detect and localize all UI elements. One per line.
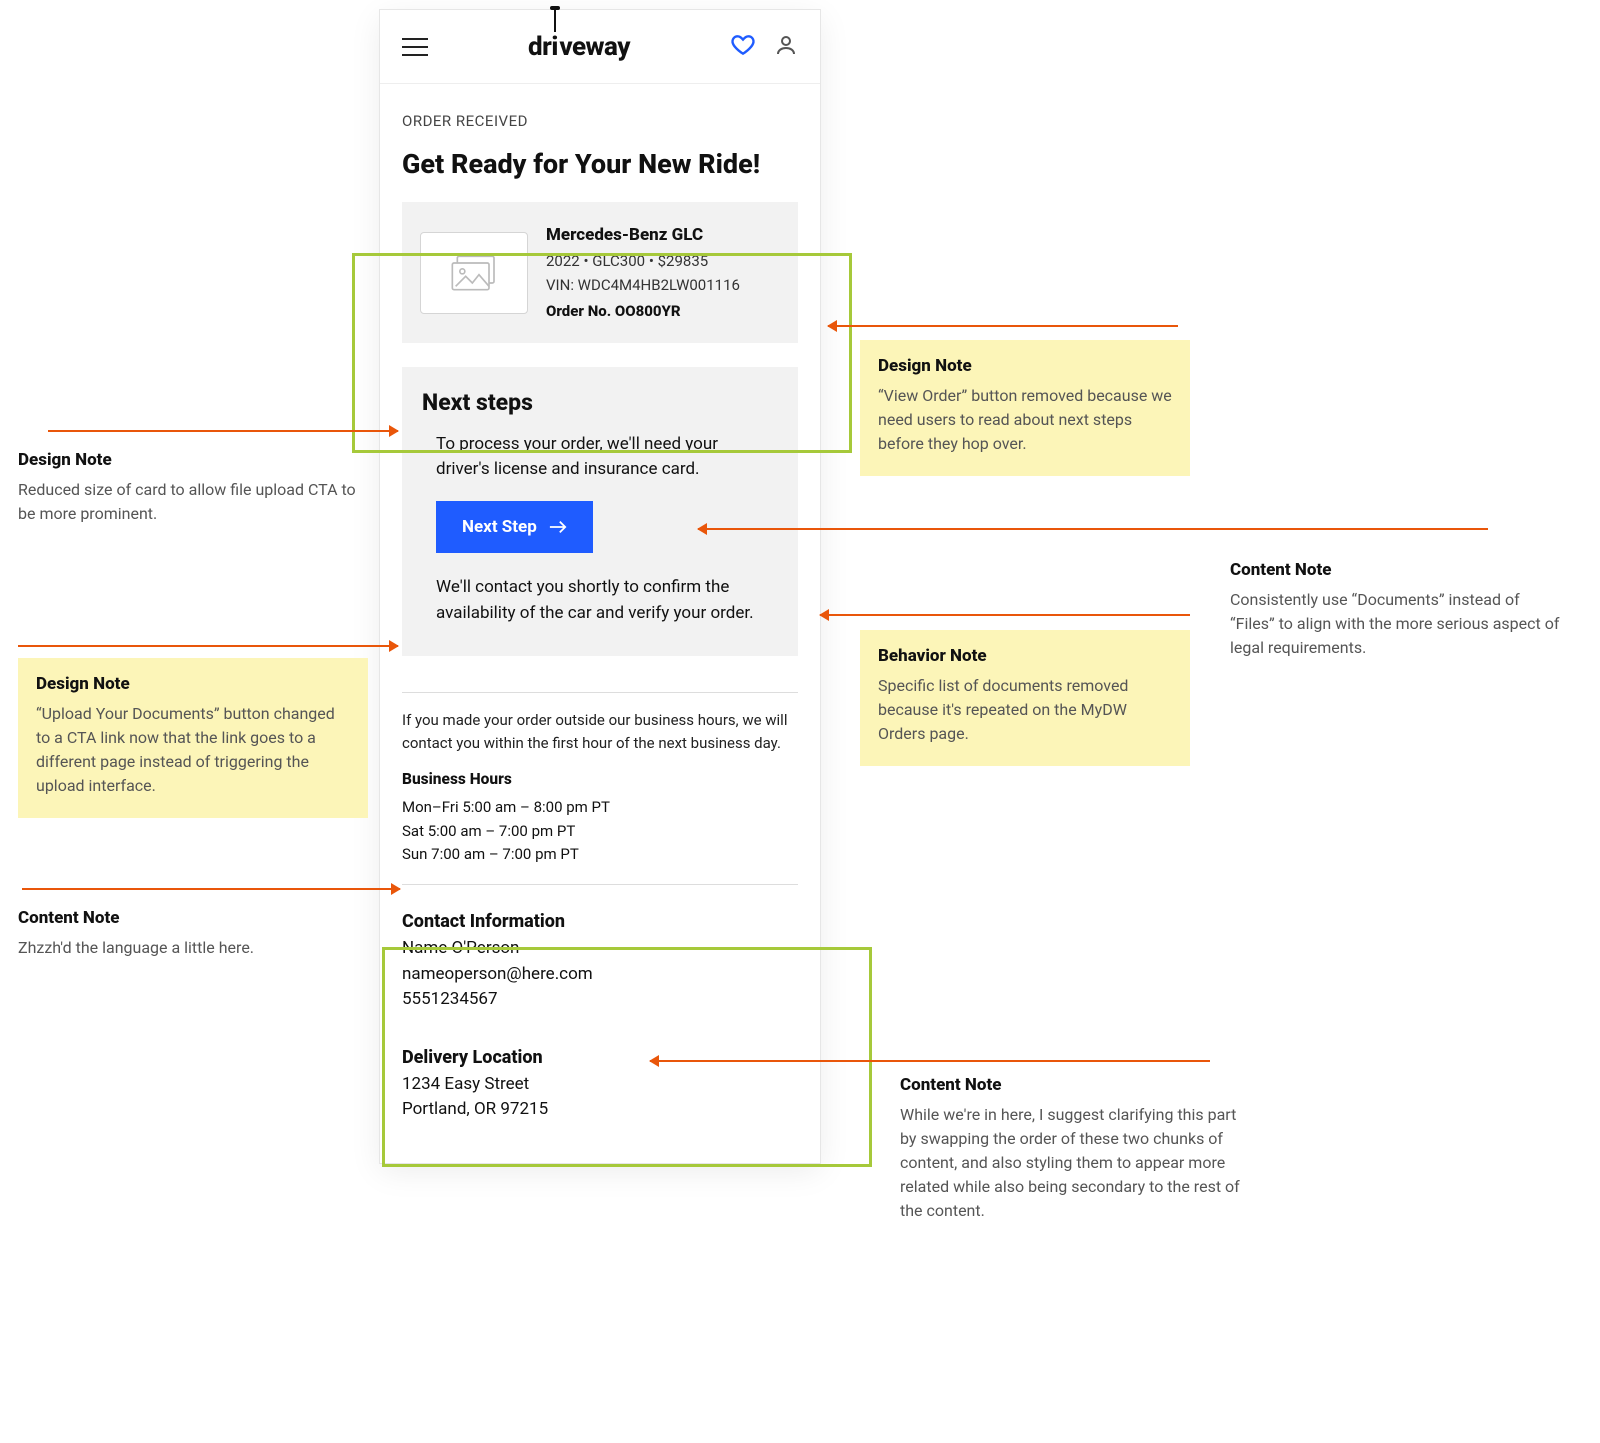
delivery-heading: Delivery Location xyxy=(402,1047,798,1068)
vehicle-order: Order No. OO800YR xyxy=(546,299,780,323)
annotation-title: Content Note xyxy=(18,908,358,928)
arrow-icon xyxy=(820,614,1190,616)
business-note: If you made your order outside our busin… xyxy=(402,709,798,754)
image-placeholder-icon xyxy=(420,232,528,314)
annotation-body: “View Order” button removed because we n… xyxy=(878,384,1172,456)
annotation-title: Content Note xyxy=(900,1075,1250,1095)
annotation: Design Note “Upload Your Documents” butt… xyxy=(18,658,368,818)
divider xyxy=(402,692,798,693)
delivery-line1: 1234 Easy Street xyxy=(402,1072,798,1098)
arrow-icon xyxy=(18,645,398,647)
annotation-title: Design Note xyxy=(878,356,1172,376)
delivery-line2: Portland, OR 97215 xyxy=(402,1097,798,1123)
annotation-body: “Upload Your Documents” button changed t… xyxy=(36,702,350,798)
annotation-body: Consistently use “Documents” instead of … xyxy=(1230,588,1560,660)
arrow-icon xyxy=(698,528,1488,530)
logo: driveway xyxy=(528,32,630,62)
contact-name: Name O'Person xyxy=(402,936,798,962)
annotation-body: While we're in here, I suggest clarifyin… xyxy=(900,1103,1250,1223)
vehicle-vin: VIN: WDC4M4HB2LW001116 xyxy=(546,273,780,297)
heart-icon[interactable] xyxy=(730,32,756,62)
next-followup: We'll contact you shortly to confirm the… xyxy=(422,575,778,630)
biz-line-3: Sun 7:00 am – 7:00 pm PT xyxy=(402,843,798,866)
vehicle-meta: 2022 • GLC300 • $29835 xyxy=(546,249,780,273)
annotation-title: Content Note xyxy=(1230,560,1560,580)
contact-phone: 5551234567 xyxy=(402,987,798,1013)
next-step-button[interactable]: Next Step xyxy=(436,501,593,553)
annotation-body: Specific list of documents removed becau… xyxy=(878,674,1172,746)
biz-line-2: Sat 5:00 am – 7:00 pm PT xyxy=(402,820,798,843)
annotation-title: Behavior Note xyxy=(878,646,1172,666)
annotation-title: Design Note xyxy=(36,674,350,694)
divider xyxy=(402,884,798,885)
next-step-label: Next Step xyxy=(462,517,537,537)
annotation: Content Note While we're in here, I sugg… xyxy=(900,1075,1250,1223)
annotation: Content Note Consistently use “Documents… xyxy=(1230,560,1560,660)
annotation-body: Reduced size of card to allow file uploa… xyxy=(18,478,358,526)
person-icon[interactable] xyxy=(774,33,798,61)
vehicle-name: Mercedes-Benz GLC xyxy=(546,222,780,249)
phone-body: ORDER RECEIVED Get Ready for Your New Ri… xyxy=(380,84,820,1163)
phone-mock: driveway ORDER RECEIVED Get Ready for Yo… xyxy=(380,10,820,1163)
annotation-body: Zhzzh'd the language a little here. xyxy=(18,936,358,960)
arrow-right-icon xyxy=(549,520,567,534)
next-steps-card: Next steps To process your order, we'll … xyxy=(402,367,798,656)
business-hours-heading: Business Hours xyxy=(402,770,798,788)
annotation: Content Note Zhzzh'd the language a litt… xyxy=(18,908,358,960)
hamburger-icon[interactable] xyxy=(402,38,428,56)
next-steps-heading: Next steps xyxy=(422,389,778,416)
arrow-icon xyxy=(48,430,398,432)
next-steps-intro: To process your order, we'll need your d… xyxy=(422,432,778,501)
annotation: Design Note “View Order” button removed … xyxy=(860,340,1190,476)
annotation: Design Note Reduced size of card to allo… xyxy=(18,450,358,526)
contact-heading: Contact Information xyxy=(402,911,798,932)
annotation-title: Design Note xyxy=(18,450,358,470)
annotation: Behavior Note Specific list of documents… xyxy=(860,630,1190,766)
biz-line-1: Mon–Fri 5:00 am – 8:00 pm PT xyxy=(402,796,798,819)
page-title: Get Ready for Your New Ride! xyxy=(402,148,798,180)
arrow-icon xyxy=(828,325,1178,327)
eyebrow: ORDER RECEIVED xyxy=(402,112,798,130)
contact-email: nameoperson@here.com xyxy=(402,962,798,988)
arrow-icon xyxy=(650,1060,1210,1062)
arrow-icon xyxy=(22,888,400,890)
app-header: driveway xyxy=(380,10,820,84)
vehicle-card: Mercedes-Benz GLC 2022 • GLC300 • $29835… xyxy=(402,202,798,343)
